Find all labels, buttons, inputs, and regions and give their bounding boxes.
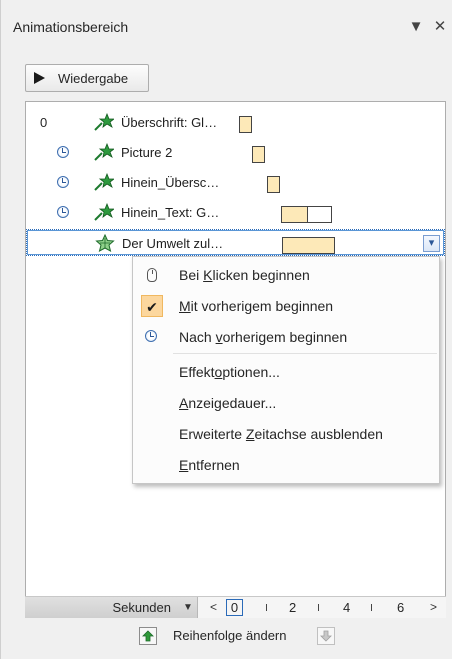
close-icon[interactable]: ✕ [431, 18, 449, 36]
menu-separator [173, 353, 437, 354]
timing-bar[interactable] [267, 176, 280, 193]
clock-icon [57, 176, 69, 188]
arrow-up-icon [142, 630, 154, 642]
pane-titlebar: Animationsbereich ▼ ✕ [1, 0, 452, 52]
chevron-right-icon[interactable]: > [430, 600, 437, 614]
item-label: Picture 2 [121, 145, 173, 160]
chevron-down-icon[interactable]: ▼ [183, 602, 193, 613]
timeline-tick [266, 604, 267, 611]
timing-bar[interactable] [252, 146, 265, 163]
context-menu: Bei Klicken beginnen ✔ Mit vorherigem be… [132, 256, 440, 484]
play-icon [34, 72, 45, 84]
play-button[interactable]: Wiedergabe [25, 64, 149, 92]
checkmark-icon: ✔ [141, 295, 163, 317]
clock-icon [57, 146, 69, 158]
entrance-star-icon [94, 143, 114, 161]
timeline-tick [318, 604, 319, 611]
pane-options-icon[interactable]: ▼ [407, 18, 425, 36]
pane-title: Animationsbereich [13, 19, 129, 35]
item-label: Hinein_Übersc… [121, 175, 220, 190]
timeline-bar: Sekunden ▼ < 0 2 4 6 > [25, 596, 446, 618]
play-button-label: Wiedergabe [58, 70, 129, 86]
mouse-icon [141, 264, 163, 286]
timing-bar[interactable] [282, 237, 335, 254]
clock-icon [57, 206, 69, 218]
move-up-button[interactable] [139, 627, 157, 645]
timeline-tick-label: 6 [397, 600, 405, 615]
animation-item[interactable]: Hinein_Übersc… [26, 169, 445, 196]
emphasis-star-icon [95, 234, 115, 252]
move-down-button[interactable] [317, 627, 335, 645]
timing-bar[interactable] [281, 206, 308, 223]
timing-bar[interactable] [239, 116, 252, 133]
reorder-label: Reihenfolge ändern [173, 628, 287, 643]
animation-item-selected[interactable]: Der Umwelt zul… ▾ [26, 229, 445, 256]
menu-item-start-on-click[interactable]: Bei Klicken beginnen [133, 259, 439, 290]
animation-item[interactable]: Picture 2 [26, 139, 445, 166]
menu-item-timing[interactable]: Anzeigedauer... [133, 387, 439, 418]
clock-icon [141, 326, 163, 348]
item-label: Hinein_Text: G… [121, 205, 220, 220]
animation-pane: Animationsbereich ▼ ✕ Wiedergabe 0 Übers… [0, 0, 452, 659]
timeline-unit-select[interactable]: Sekunden [25, 597, 198, 618]
arrow-down-icon [320, 630, 332, 642]
chevron-left-icon[interactable]: < [210, 600, 217, 614]
reorder-bar: Reihenfolge ändern [1, 624, 452, 654]
item-label: Der Umwelt zul… [122, 236, 224, 251]
menu-item-effect-options[interactable]: Effektoptionen... [133, 356, 439, 387]
chevron-down-icon[interactable]: ▾ [423, 235, 440, 252]
timeline-tick-label: 2 [289, 600, 297, 615]
item-label: Überschrift: Gl… [121, 115, 218, 130]
menu-item-start-with-previous[interactable]: ✔ Mit vorherigem beginnen [133, 290, 439, 321]
menu-item-remove[interactable]: Entfernen [133, 449, 439, 480]
timing-bar-remainder [307, 206, 332, 223]
entrance-star-icon [94, 203, 114, 221]
menu-item-start-after-previous[interactable]: Nach vorherigem beginnen [133, 321, 439, 352]
animation-item[interactable]: 0 Überschrift: Gl… [26, 109, 445, 136]
timeline-tick-label: 4 [343, 600, 351, 615]
menu-item-hide-advanced-timeline[interactable]: Erweiterte Zeitachse ausblenden [133, 418, 439, 449]
item-number: 0 [40, 115, 48, 130]
entrance-star-icon [94, 173, 114, 191]
animation-item[interactable]: Hinein_Text: G… [26, 199, 445, 226]
timeline-tick-label: 0 [226, 599, 243, 616]
timeline-tick [371, 604, 372, 611]
entrance-star-icon [94, 113, 114, 131]
timeline-unit-label: Sekunden [112, 600, 171, 615]
